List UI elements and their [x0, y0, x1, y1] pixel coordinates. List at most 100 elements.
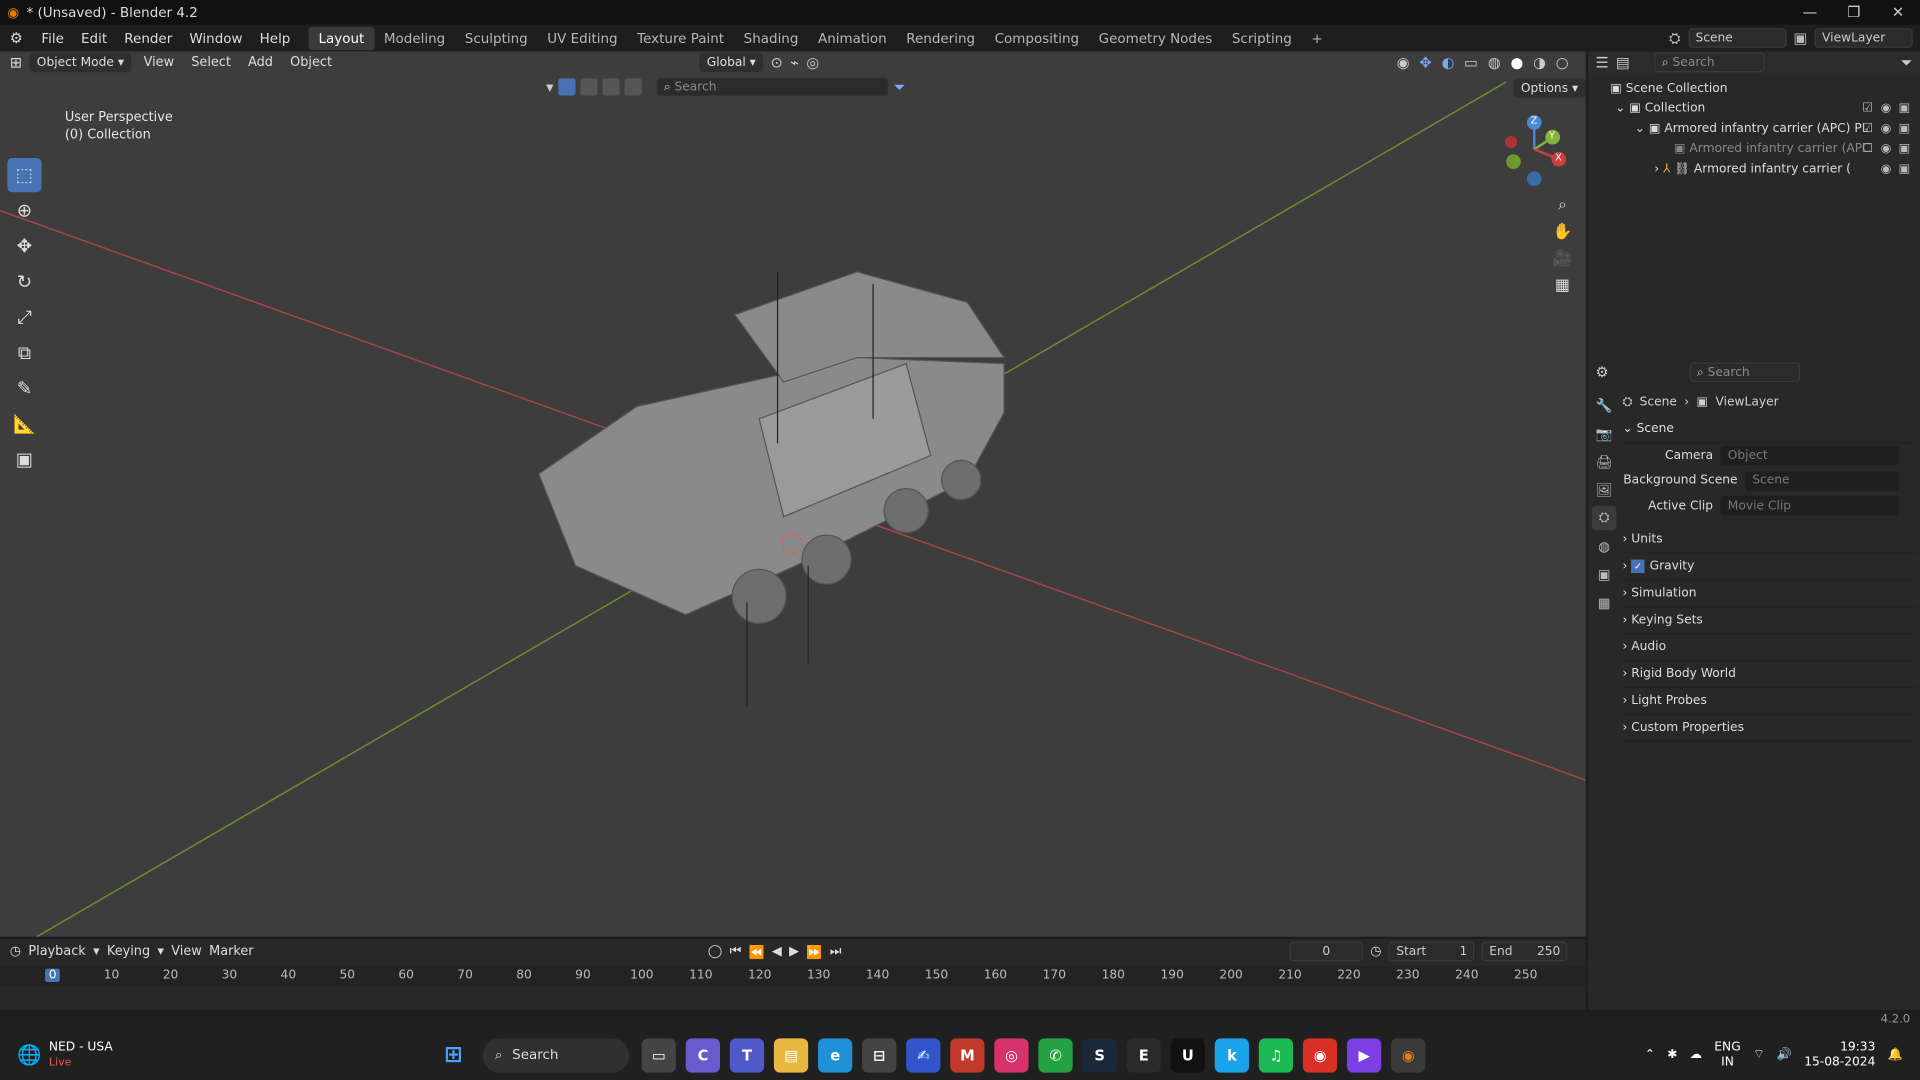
panel-keying-sets[interactable]: › Keying Sets: [1622, 607, 1917, 634]
add-cube-tool-icon[interactable]: ▣: [7, 442, 41, 476]
select-extend-icon[interactable]: [602, 78, 620, 96]
timeline-menu-view[interactable]: View: [171, 944, 202, 959]
clock[interactable]: 19:33 15-08-2024: [1804, 1040, 1875, 1069]
taskbar-search[interactable]: ⌕ Search: [482, 1037, 630, 1073]
material-shading-icon[interactable]: ◑: [1533, 54, 1546, 71]
close-button[interactable]: ✕: [1876, 0, 1920, 24]
panel-custom-properties[interactable]: › Custom Properties: [1622, 714, 1917, 742]
camera-view-icon[interactable]: 🎥: [1549, 245, 1576, 272]
checkbox-icon[interactable]: ☑: [1862, 102, 1873, 115]
ortho-grid-icon[interactable]: ▦: [1549, 272, 1576, 299]
measure-tool-icon[interactable]: 📐: [7, 407, 41, 441]
store-icon[interactable]: ⊟: [862, 1037, 897, 1073]
viewport-menu-add[interactable]: Add: [243, 55, 278, 70]
move-tool-icon[interactable]: ✥: [7, 229, 41, 263]
gizmo-icon[interactable]: ✥: [1419, 54, 1431, 71]
properties-editor-icon[interactable]: ⚙: [1596, 364, 1609, 381]
render-tab-icon[interactable]: 📷: [1592, 421, 1616, 445]
orientation-dropdown[interactable]: Global ▾: [699, 52, 764, 73]
snap-icon[interactable]: ⌁: [790, 54, 799, 71]
3d-viewport[interactable]: ⊞ Object Mode ▾ View Select Add Object G…: [0, 51, 1586, 937]
background-scene-field[interactable]: Scene: [1744, 471, 1900, 491]
epic-games-icon[interactable]: E: [1126, 1037, 1161, 1073]
teams-icon[interactable]: T: [729, 1037, 765, 1073]
output-tab-icon[interactable]: 🖨: [1592, 449, 1616, 473]
timeline-ruler[interactable]: 0 10 20 30 40 50 60 70 80 90 100 110 120 130 140 150 160…: [0, 966, 1586, 986]
wireframe-shading-icon[interactable]: ◍: [1488, 54, 1501, 71]
annotate-tool-icon[interactable]: ✎: [7, 371, 41, 405]
xray-icon[interactable]: ▭: [1464, 54, 1478, 71]
tab-texture-paint[interactable]: Texture Paint: [627, 26, 734, 49]
pivot-icon[interactable]: ⊙: [771, 54, 783, 71]
outliner-item-scene-collection[interactable]: ▣ Scene Collection: [1588, 78, 1920, 98]
jump-start-icon[interactable]: ⏮: [730, 943, 742, 959]
filter-icon[interactable]: ⏷: [894, 78, 906, 96]
end-frame-field[interactable]: End 250: [1481, 941, 1568, 962]
tab-compositing[interactable]: Compositing: [985, 26, 1089, 49]
display-mode-icon[interactable]: ▤: [1616, 54, 1630, 71]
spotify-icon[interactable]: ♫: [1258, 1037, 1294, 1073]
k-app-icon[interactable]: k: [1214, 1037, 1250, 1073]
menu-help[interactable]: Help: [251, 30, 299, 46]
panel-light-probes[interactable]: › Light Probes: [1622, 688, 1917, 715]
eye-icon[interactable]: ◉: [1881, 122, 1892, 135]
pen-app-icon[interactable]: ✍: [906, 1037, 941, 1073]
bluetooth-icon[interactable]: ✱: [1667, 1048, 1677, 1061]
select-subtract-icon[interactable]: [624, 78, 642, 96]
select-box-icon[interactable]: [558, 78, 576, 96]
play-icon[interactable]: ▶: [789, 944, 799, 959]
start-frame-field[interactable]: Start 1: [1388, 941, 1475, 962]
gravity-checkbox[interactable]: ✓: [1631, 558, 1645, 573]
panel-units[interactable]: › Units: [1622, 526, 1917, 553]
solid-shading-icon[interactable]: ●: [1510, 54, 1523, 71]
menu-render[interactable]: Render: [116, 30, 181, 46]
viewport-search-input[interactable]: ⌕ Search: [656, 77, 890, 97]
outliner-item-apc-armature[interactable]: › ⅄ ⛓ Armored infantry carrier (◉ ▣: [1588, 159, 1920, 179]
chrome-icon[interactable]: ◉: [1302, 1037, 1338, 1073]
menu-file[interactable]: File: [33, 30, 73, 46]
tray-chevron-icon[interactable]: ⌃: [1645, 1048, 1655, 1061]
menu-window[interactable]: Window: [181, 30, 251, 46]
checkbox-icon[interactable]: ☑: [1862, 122, 1873, 135]
timeline-editor-icon[interactable]: ◷: [10, 944, 21, 959]
blender-menu-icon[interactable]: ⚙: [10, 29, 23, 46]
visibility-icon[interactable]: ◉: [1397, 54, 1410, 71]
camera-icon[interactable]: ▣: [1899, 102, 1911, 115]
expand-arrow-icon[interactable]: ⌄: [1635, 122, 1649, 135]
next-keyframe-icon[interactable]: ⏩: [806, 943, 822, 960]
select-mode-icon[interactable]: [580, 78, 598, 96]
navigation-gizmo[interactable]: Z Y X: [1501, 113, 1572, 187]
menu-edit[interactable]: Edit: [72, 30, 115, 46]
timeline-menu-marker[interactable]: Marker: [209, 944, 253, 959]
proportional-icon[interactable]: ◎: [806, 54, 819, 71]
selectability-icon[interactable]: ▾: [546, 78, 553, 95]
eye-icon[interactable]: ◉: [1881, 163, 1892, 176]
texture-tab-icon[interactable]: ▦: [1592, 590, 1616, 614]
rendered-shading-icon[interactable]: ○: [1556, 54, 1569, 71]
outliner-item-apc[interactable]: ⌄ ▣ Armored infantry carrier (APC) PL ☑ ◉ ▣: [1588, 119, 1920, 139]
eye-icon[interactable]: ◉: [1881, 102, 1892, 115]
viewport-menu-select[interactable]: Select: [186, 55, 235, 70]
rotate-tool-icon[interactable]: ↻: [7, 264, 41, 298]
scene-selector[interactable]: Scene: [1688, 28, 1787, 48]
panel-gravity[interactable]: › ✓ Gravity: [1622, 553, 1917, 580]
viewport-menu-view[interactable]: View: [139, 55, 179, 70]
timeline-menu-playback[interactable]: Playback: [28, 944, 85, 959]
editor-type-icon[interactable]: ⊞: [10, 54, 22, 71]
timeline-playhead[interactable]: 0: [45, 968, 61, 983]
play-reverse-icon[interactable]: ◀: [772, 944, 782, 959]
tab-shading[interactable]: Shading: [734, 26, 808, 49]
scene-tab-icon[interactable]: ⛭: [1591, 505, 1617, 531]
tray-app-icon[interactable]: ☁: [1690, 1048, 1702, 1061]
tab-scripting[interactable]: Scripting: [1222, 26, 1301, 49]
blender-taskbar-icon[interactable]: ◉: [1391, 1037, 1426, 1073]
tab-layout[interactable]: Layout: [308, 26, 375, 50]
maximize-button[interactable]: ❐: [1832, 0, 1876, 24]
add-workspace-button[interactable]: +: [1302, 26, 1333, 49]
tab-geometry-nodes[interactable]: Geometry Nodes: [1089, 26, 1222, 49]
instagram-icon[interactable]: ◎: [994, 1037, 1029, 1073]
mcafee-icon[interactable]: M: [950, 1037, 985, 1073]
edge-icon[interactable]: e: [818, 1037, 853, 1073]
cursor-tool-icon[interactable]: ⊕: [7, 193, 41, 227]
windows-start-icon[interactable]: ⊞: [436, 1038, 470, 1072]
